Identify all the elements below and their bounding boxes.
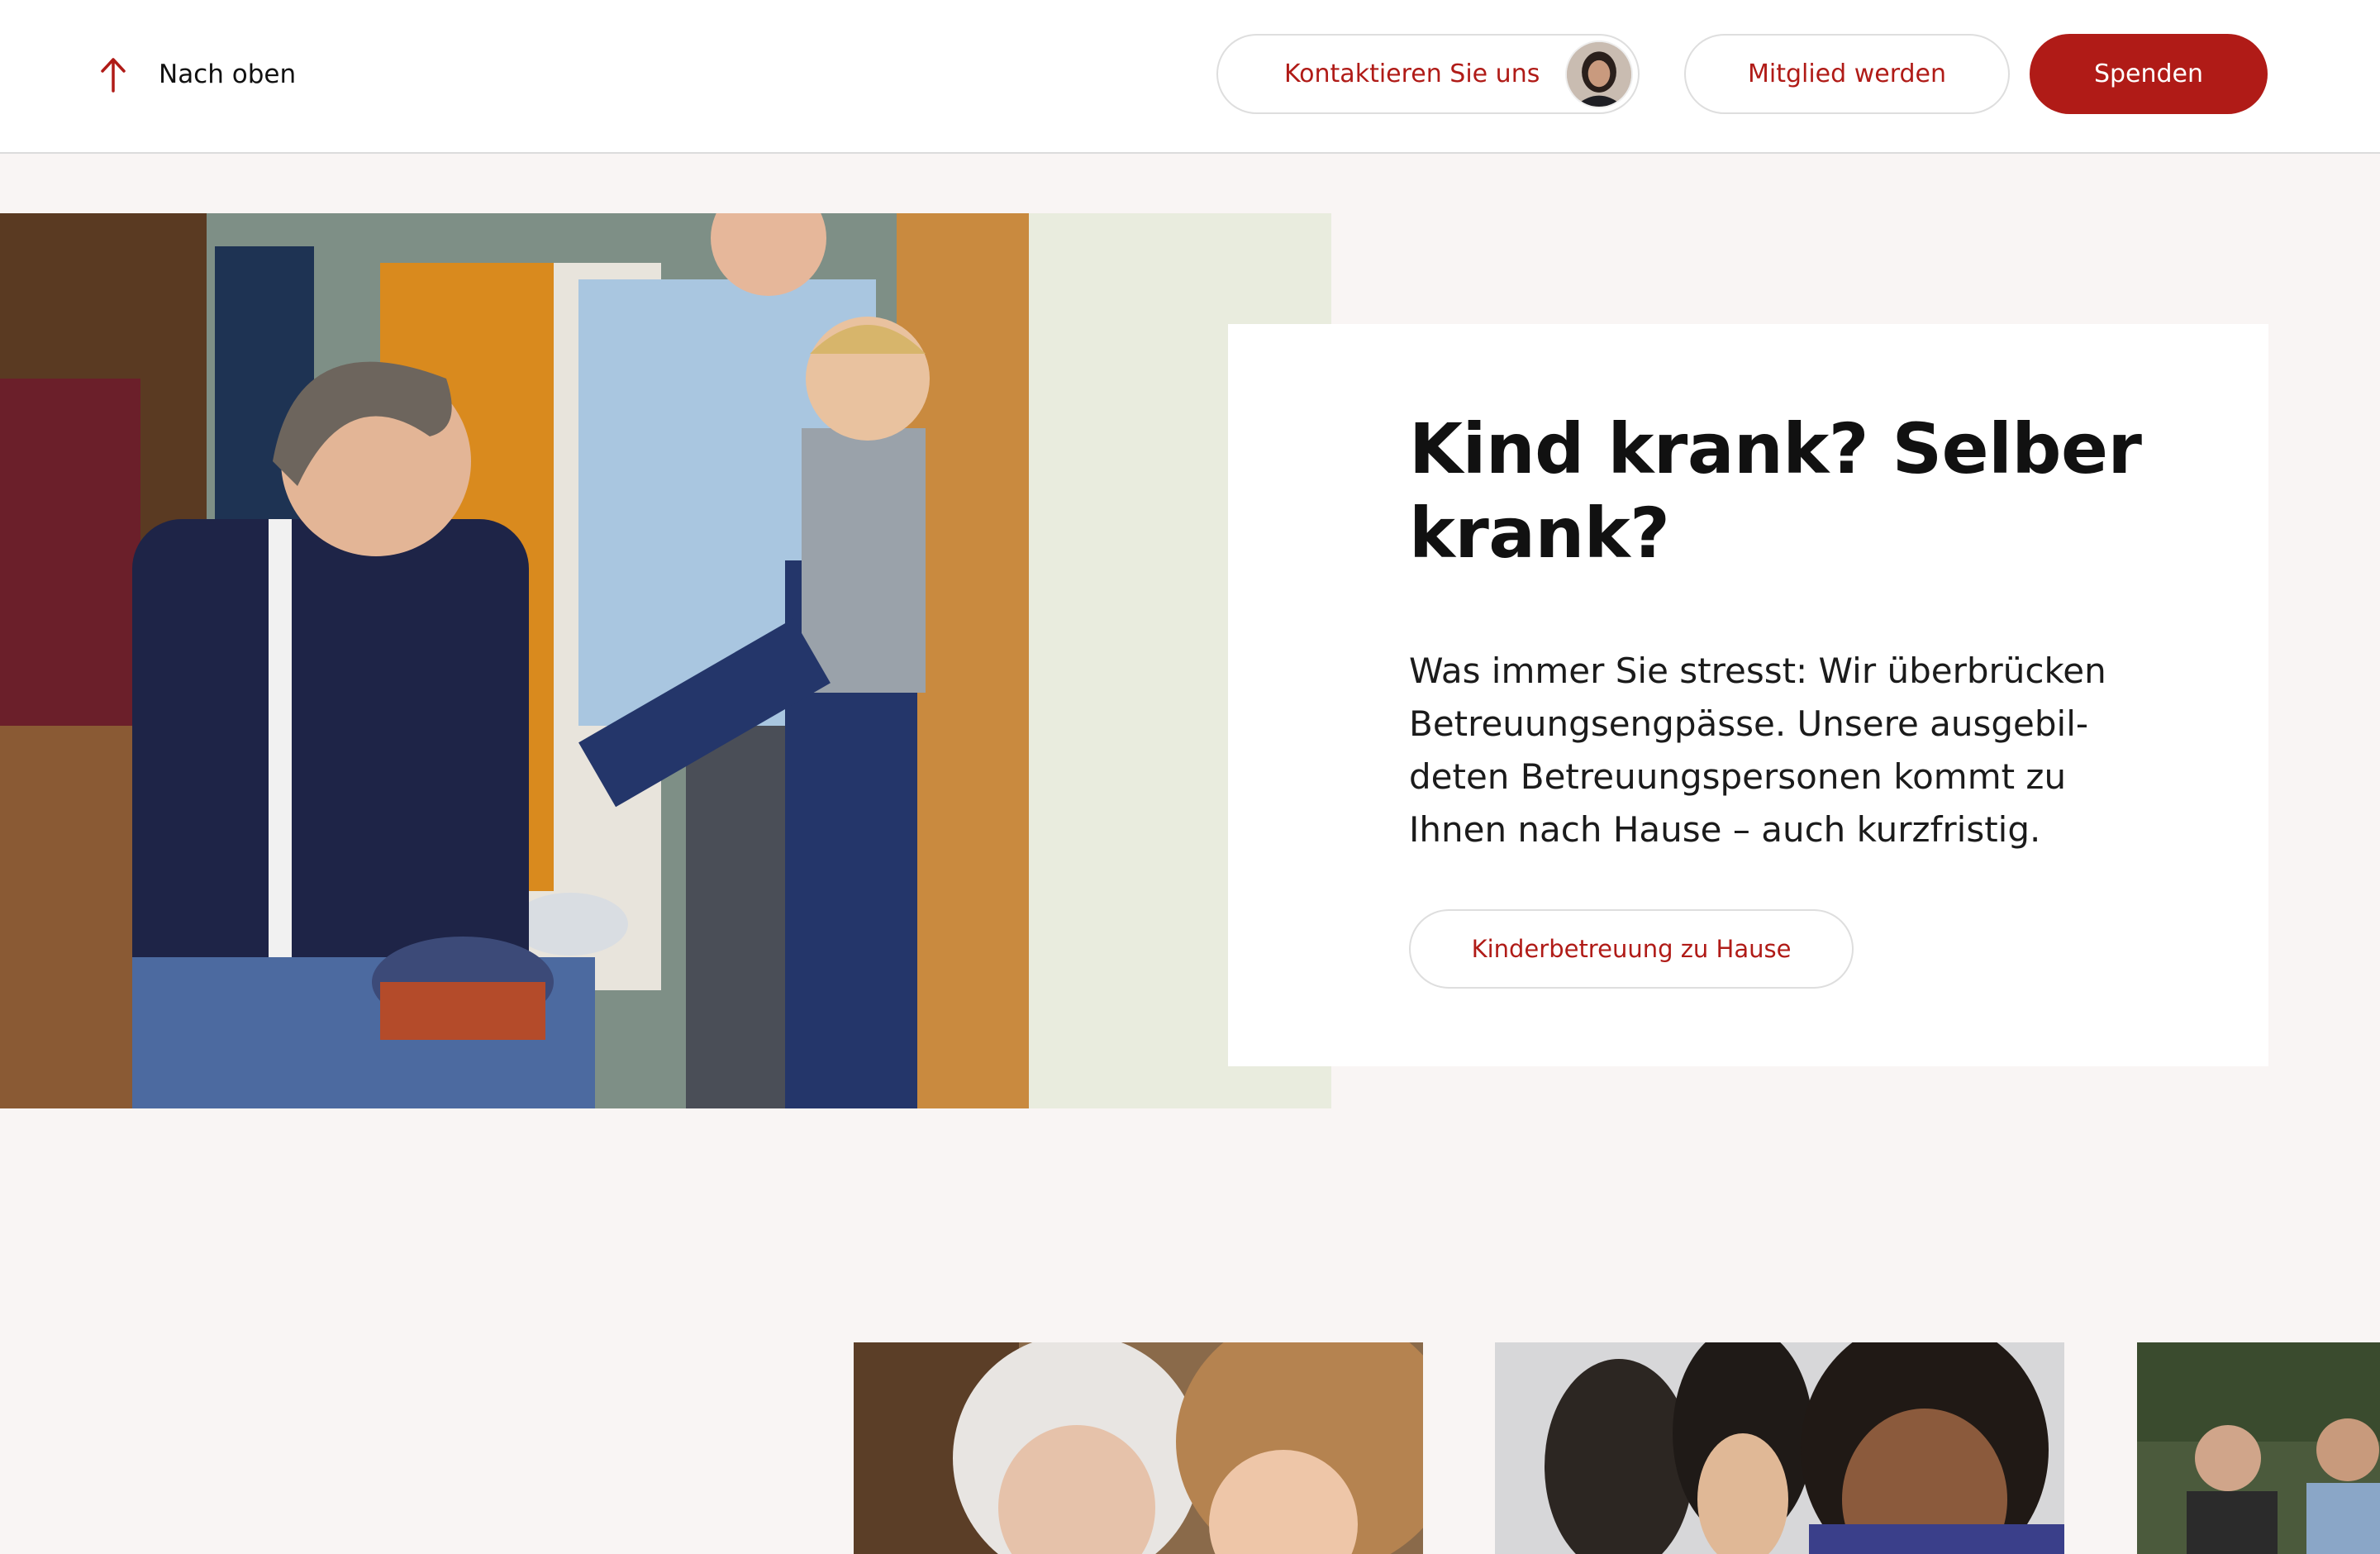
back-to-top-link[interactable]: Nach oben	[98, 51, 296, 98]
hero-title: Kind krank? Selber krank?	[1409, 408, 2142, 574]
card-image-elderly-care[interactable]	[854, 1342, 1423, 1554]
arrow-up-icon	[101, 58, 126, 93]
become-member-button[interactable]: Mitglied werden	[1684, 34, 2010, 114]
back-to-top-label: Nach oben	[159, 60, 297, 89]
hero-image-caregiver-children	[0, 213, 1331, 1108]
card-image-outdoor-group[interactable]	[2137, 1342, 2380, 1554]
childcare-at-home-button[interactable]: Kinderbetreuung zu Hause	[1409, 909, 1854, 989]
contact-button-label: Kontaktieren Sie uns	[1284, 60, 1540, 88]
contact-button[interactable]: Kontaktieren Sie uns	[1216, 34, 1640, 114]
hero-description: Was immer Sie stresst: Wir überbrücken B…	[1409, 651, 2106, 850]
hero-card: Kind krank? Selber krank? Was immer Sie …	[1228, 324, 2268, 1066]
card-image-young-people[interactable]	[1495, 1342, 2064, 1554]
donate-button[interactable]: Spenden	[2030, 34, 2268, 114]
contact-avatar	[1565, 41, 1633, 108]
site-header: Nach oben Kontaktieren Sie uns Mitglied …	[0, 0, 2380, 154]
